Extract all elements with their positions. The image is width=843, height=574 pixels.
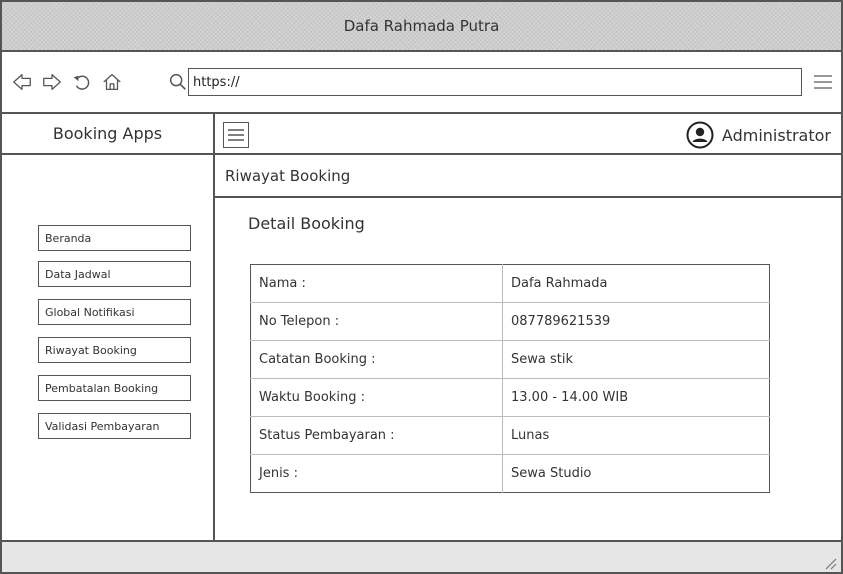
sidebar: Beranda Data Jadwal Global Notifikasi Ri…	[2, 155, 215, 540]
sidebar-item-label: Beranda	[45, 231, 92, 245]
search-icon[interactable]	[167, 71, 189, 93]
breadcrumb: Riwayat Booking	[215, 155, 841, 198]
sidebar-item-label: Validasi Pembayaran	[45, 419, 160, 433]
table-row: Status Pembayaran : Lunas	[250, 416, 770, 455]
field-label: Waktu Booking :	[250, 378, 503, 417]
browser-window: Dafa Rahmada Putra Booking Apps	[0, 0, 843, 574]
field-label: No Telepon :	[250, 302, 503, 341]
hamburger-button[interactable]	[223, 122, 249, 148]
field-value: Lunas	[502, 416, 770, 455]
table-row: No Telepon : 087789621539	[250, 302, 770, 341]
sidebar-item-riwayat-booking[interactable]: Riwayat Booking	[38, 337, 191, 363]
sidebar-item-global-notifikasi[interactable]: Global Notifikasi	[38, 299, 191, 325]
sidebar-item-label: Riwayat Booking	[45, 343, 137, 357]
reload-icon[interactable]	[70, 70, 94, 94]
field-value: Sewa Studio	[511, 466, 592, 481]
field-value: Sewa stik	[502, 340, 770, 379]
sidebar-item-label: Data Jadwal	[45, 267, 111, 281]
field-value: 13.00 - 14.00 WIB	[502, 378, 770, 417]
sidebar-title: Booking Apps	[2, 114, 215, 155]
forward-icon[interactable]	[40, 70, 64, 94]
back-icon[interactable]	[10, 70, 34, 94]
top-bar: Administrator	[215, 114, 841, 155]
address-bar	[2, 52, 841, 114]
table-row: Waktu Booking : 13.00 - 14.00 WIB	[250, 378, 770, 417]
field-label: Jenis :	[250, 454, 503, 493]
user-name: Administrator	[721, 125, 831, 145]
window-title: Dafa Rahmada Putra	[343, 17, 500, 35]
url-input[interactable]	[189, 69, 801, 95]
field-value: 087789621539	[502, 302, 770, 341]
resize-grip-icon[interactable]	[823, 556, 837, 570]
table-row: Catatan Booking : Sewa stik	[250, 340, 770, 379]
page-title: Detail Booking	[248, 214, 365, 233]
sidebar-item-label: Global Notifikasi	[45, 305, 135, 319]
sidebar-item-label: Pembatalan Booking	[45, 381, 159, 395]
sidebar-item-validasi-pembayaran[interactable]: Validasi Pembayaran	[38, 413, 191, 439]
sidebar-item-pembatalan-booking[interactable]: Pembatalan Booking	[38, 375, 191, 401]
sidebar-item-data-jadwal[interactable]: Data Jadwal	[38, 261, 191, 287]
user-avatar-icon	[686, 121, 714, 149]
url-box[interactable]	[169, 68, 802, 96]
field-label: Status Pembayaran :	[250, 416, 503, 455]
field-label: Catatan Booking :	[250, 340, 503, 379]
table-row: Nama : Dafa Rahmada	[250, 264, 770, 303]
detail-table: Nama : Dafa Rahmada No Telepon : 0877896…	[250, 264, 770, 493]
table-row: Jenis : Sewa Studio	[250, 454, 770, 493]
user-menu[interactable]: Administrator	[686, 121, 831, 149]
home-icon[interactable]	[100, 70, 124, 94]
field-label: Nama :	[250, 264, 503, 303]
sidebar-item-beranda[interactable]: Beranda	[38, 225, 191, 251]
field-value: Dafa Rahmada	[502, 264, 770, 303]
title-bar: Dafa Rahmada Putra	[2, 2, 841, 52]
menu-icon[interactable]	[811, 70, 835, 94]
status-bar	[2, 540, 841, 572]
